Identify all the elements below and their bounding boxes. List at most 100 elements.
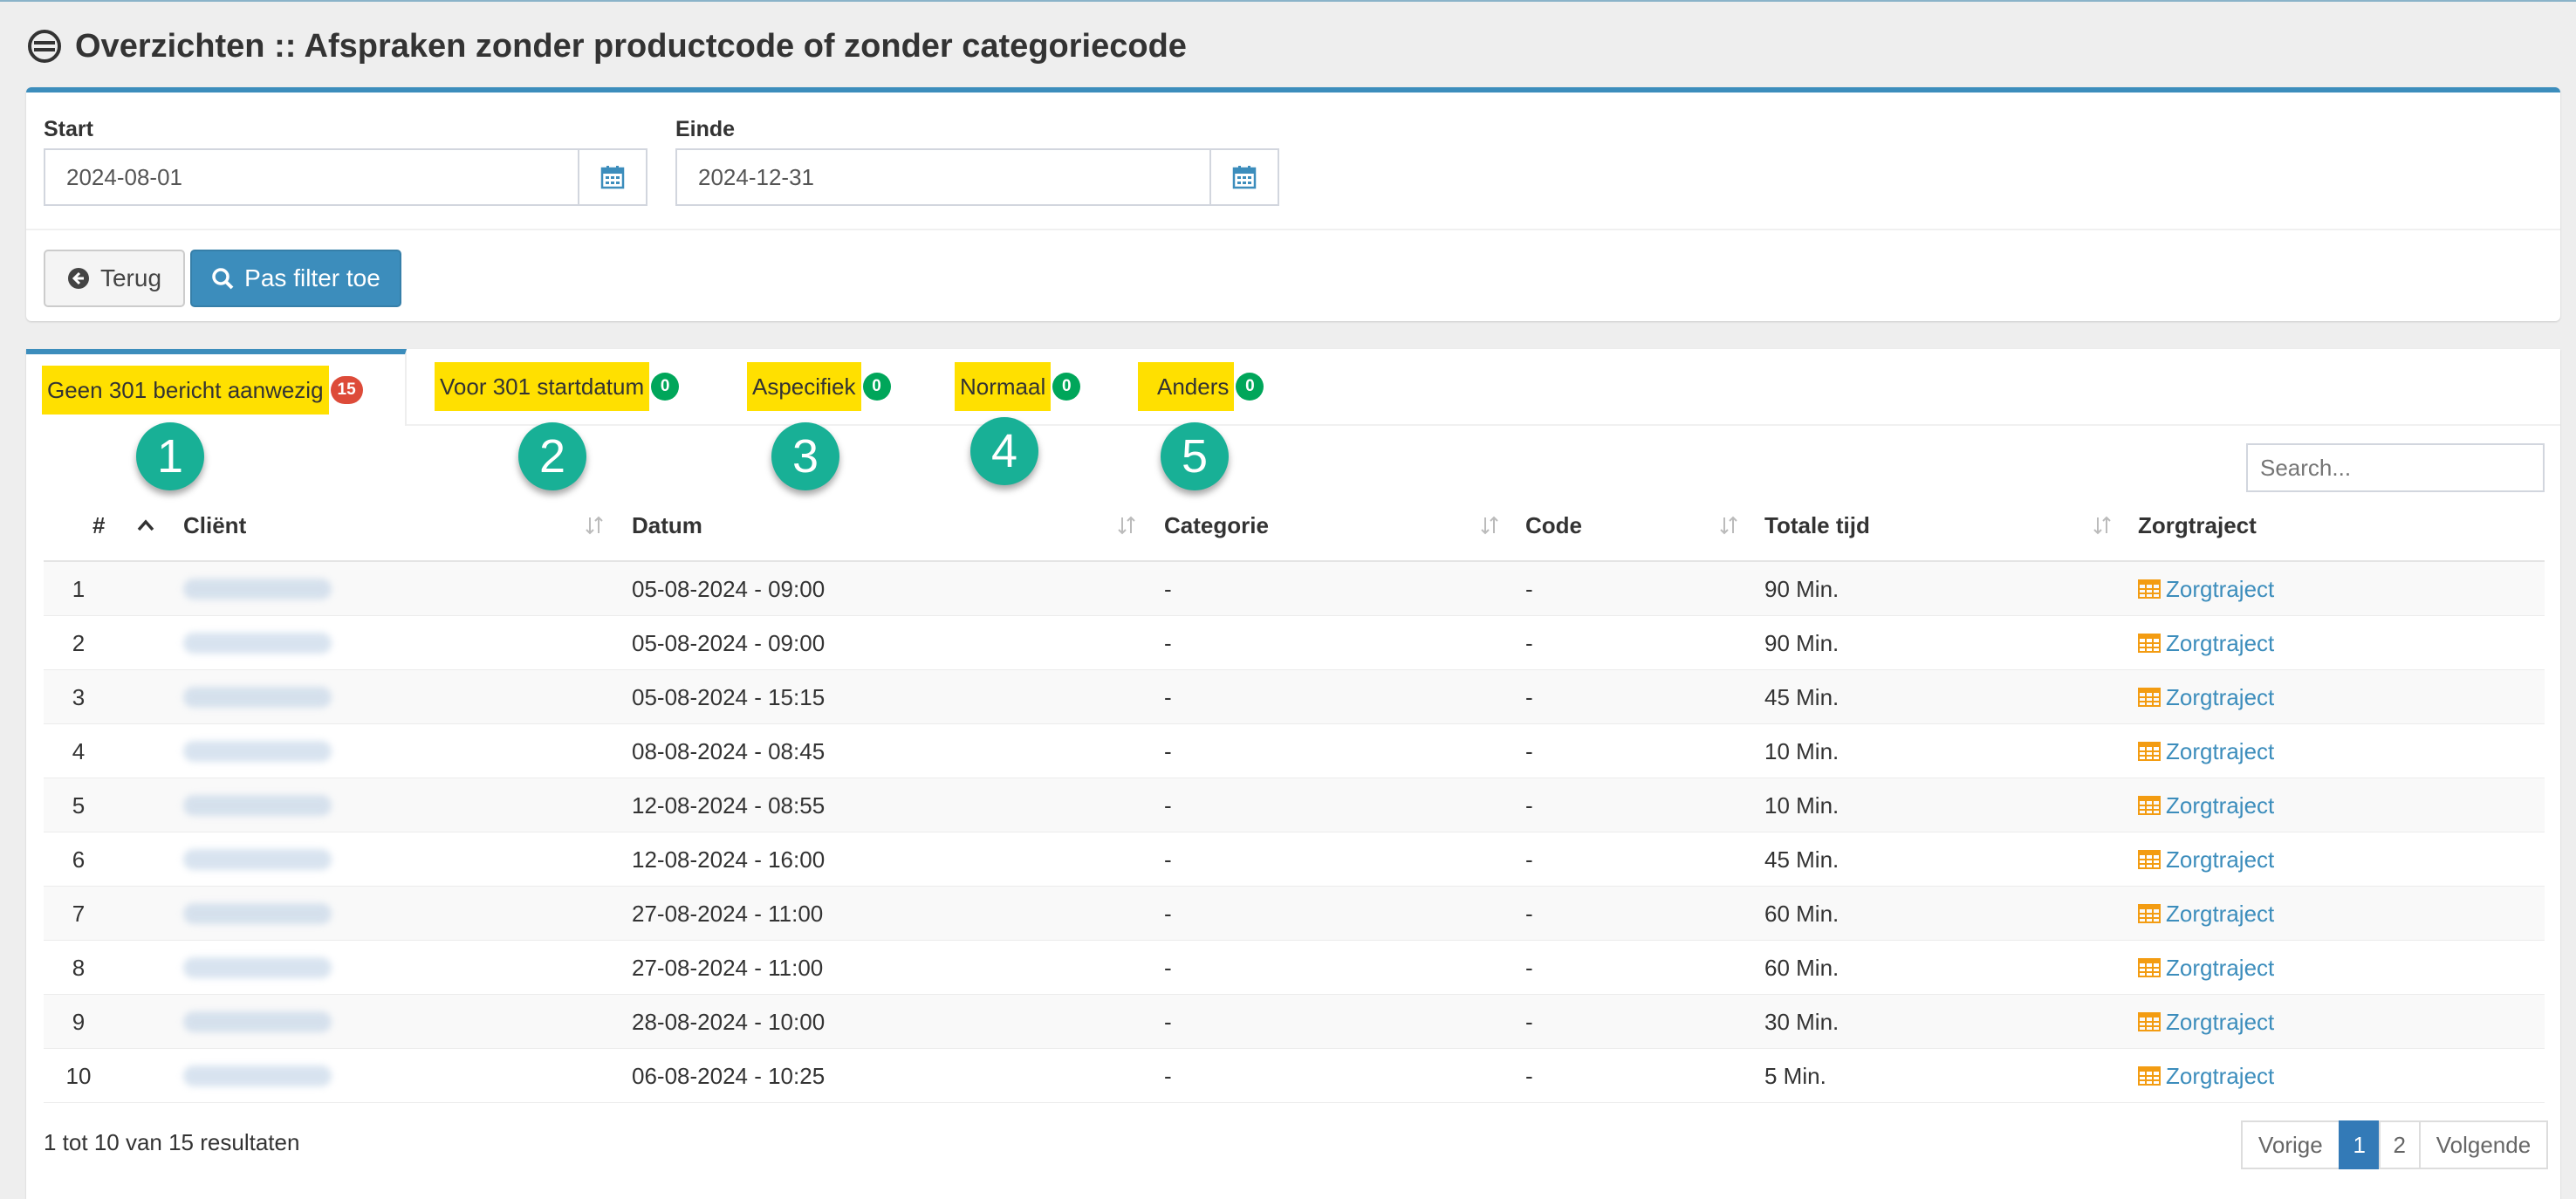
code-cell: -: [1525, 954, 1533, 981]
table-row: 6 12-08-2024 - 16:00 - - 45 Min. Zorgtraject: [44, 832, 2545, 887]
table-icon: [2138, 850, 2161, 869]
chevron-up-icon[interactable]: [136, 517, 155, 534]
start-label: Start: [44, 117, 93, 141]
row-number: 2: [72, 629, 86, 656]
categorie-cell: -: [1164, 629, 1172, 656]
zorgtraject-link[interactable]: Zorgtraject: [2138, 1049, 2274, 1103]
pagination-page-2[interactable]: 2: [2378, 1120, 2421, 1169]
table-icon: [2138, 904, 2161, 923]
table-icon: [2138, 579, 2161, 599]
client-name-redacted[interactable]: [183, 995, 332, 1049]
tab-voor-301-startdatum[interactable]: Voor 301 startdatum 0: [435, 349, 680, 424]
sort-icon[interactable]: [585, 515, 604, 536]
zorgtraject-link[interactable]: Zorgtraject: [2138, 832, 2274, 887]
zorgtraject-link-label: Zorgtraject: [2166, 737, 2275, 764]
row-number: 4: [72, 737, 86, 764]
client-name-redacted[interactable]: [183, 941, 332, 995]
client-name-redacted[interactable]: [183, 670, 332, 724]
end-date-input[interactable]: [677, 150, 1209, 204]
col-header-zorgtraject[interactable]: Zorgtraject: [2138, 499, 2257, 552]
pagination-prev[interactable]: Vorige: [2241, 1120, 2340, 1169]
pagination-next[interactable]: Volgende: [2418, 1120, 2549, 1169]
categorie-cell: -: [1164, 683, 1172, 710]
table-icon: [2138, 796, 2161, 815]
filter-divider: [26, 229, 2560, 230]
datum-cell: 05-08-2024 - 09:00: [632, 629, 826, 656]
client-name-redacted[interactable]: [183, 724, 332, 778]
tab-aspecifiek[interactable]: Aspecifiek 0: [747, 349, 891, 424]
zorgtraject-link-label: Zorgtraject: [2166, 791, 2275, 819]
tab-count-badge: 15: [330, 376, 363, 404]
calendar-icon: [1232, 166, 1257, 189]
page-title: Overzichten :: Afspraken zonder productc…: [75, 27, 1187, 65]
start-date-group: [44, 148, 647, 206]
pagination: Vorige 1 2 Volgende: [2241, 1120, 2549, 1169]
code-cell: -: [1525, 575, 1533, 602]
results-info: 1 tot 10 van 15 resultaten: [44, 1129, 300, 1155]
tab-label: Voor 301 startdatum: [435, 362, 650, 411]
sort-icon[interactable]: [1117, 515, 1136, 536]
datum-cell: 05-08-2024 - 15:15: [632, 683, 826, 710]
tab-anders[interactable]: Anders 0: [1138, 349, 1264, 424]
start-calendar-button[interactable]: [578, 150, 646, 204]
table-row: 2 05-08-2024 - 09:00 - - 90 Min. Zorgtraject: [44, 616, 2545, 670]
zorgtraject-link[interactable]: Zorgtraject: [2138, 778, 2274, 832]
zorgtraject-link[interactable]: Zorgtraject: [2138, 941, 2274, 995]
col-header-number[interactable]: #: [92, 499, 105, 552]
row-number: 10: [65, 1062, 92, 1089]
zorgtraject-link-label: Zorgtraject: [2166, 1008, 2275, 1035]
col-header-client[interactable]: Cliënt: [183, 499, 246, 552]
zorgtraject-link[interactable]: Zorgtraject: [2138, 887, 2274, 941]
totale-tijd-cell: 60 Min.: [1764, 954, 1840, 981]
sort-icon[interactable]: [2093, 515, 2112, 536]
tab-normaal[interactable]: Normaal 0: [955, 349, 1081, 424]
start-date-input[interactable]: [45, 150, 578, 204]
zorgtraject-link[interactable]: Zorgtraject: [2138, 562, 2274, 616]
zorgtraject-link-label: Zorgtraject: [2166, 1062, 2275, 1089]
datum-cell: 28-08-2024 - 10:00: [632, 1008, 826, 1035]
totale-tijd-cell: 5 Min.: [1764, 1062, 1826, 1089]
pagination-page-1[interactable]: 1: [2338, 1120, 2381, 1169]
filter-panel: Start Einde: [26, 87, 2560, 321]
totale-tijd-cell: 90 Min.: [1764, 629, 1840, 656]
sort-icon[interactable]: [1719, 515, 1738, 536]
zorgtraject-link[interactable]: Zorgtraject: [2138, 995, 2274, 1049]
tabs-bar: Geen 301 bericht aanwezig 15 Voor 301 st…: [26, 349, 2560, 426]
client-name-redacted[interactable]: [183, 832, 332, 887]
tab-geen-301[interactable]: Geen 301 bericht aanwezig 15: [26, 349, 407, 426]
zorgtraject-link[interactable]: Zorgtraject: [2138, 670, 2274, 724]
code-cell: -: [1525, 846, 1533, 873]
row-number: 6: [72, 846, 86, 873]
tab-count-badge: 0: [862, 373, 891, 401]
table-row: 7 27-08-2024 - 11:00 - - 60 Min. Zorgtraject: [44, 887, 2545, 941]
zorgtraject-link-label: Zorgtraject: [2166, 846, 2275, 873]
col-header-categorie[interactable]: Categorie: [1164, 499, 1269, 552]
col-header-code[interactable]: Code: [1525, 499, 1582, 552]
table-icon: [2138, 742, 2161, 761]
end-date-group: [675, 148, 1279, 206]
client-name-redacted[interactable]: [183, 562, 332, 616]
back-button[interactable]: Terug: [44, 250, 185, 307]
client-name-redacted[interactable]: [183, 778, 332, 832]
client-name-redacted[interactable]: [183, 616, 332, 670]
table-icon: [2138, 634, 2161, 653]
col-header-totale-tijd[interactable]: Totale tijd: [1764, 499, 1870, 552]
client-name-redacted[interactable]: [183, 887, 332, 941]
annotation-marker-3: 3: [771, 422, 839, 490]
end-calendar-button[interactable]: [1209, 150, 1278, 204]
client-name-redacted[interactable]: [183, 1049, 332, 1103]
totale-tijd-cell: 30 Min.: [1764, 1008, 1840, 1035]
datum-cell: 12-08-2024 - 08:55: [632, 791, 826, 819]
zorgtraject-link[interactable]: Zorgtraject: [2138, 616, 2274, 670]
tab-label: Anders: [1138, 362, 1235, 411]
annotation-marker-2: 2: [518, 422, 586, 490]
datum-cell: 06-08-2024 - 10:25: [632, 1062, 826, 1089]
apply-filter-button[interactable]: Pas filter toe: [190, 250, 401, 307]
sort-icon[interactable]: [1480, 515, 1499, 536]
table-search-input[interactable]: [2246, 443, 2545, 492]
zorgtraject-link[interactable]: Zorgtraject: [2138, 724, 2274, 778]
col-header-datum[interactable]: Datum: [632, 499, 702, 552]
search-icon: [212, 268, 234, 290]
table-row: 3 05-08-2024 - 15:15 - - 45 Min. Zorgtraject: [44, 670, 2545, 724]
row-number: 9: [72, 1008, 86, 1035]
